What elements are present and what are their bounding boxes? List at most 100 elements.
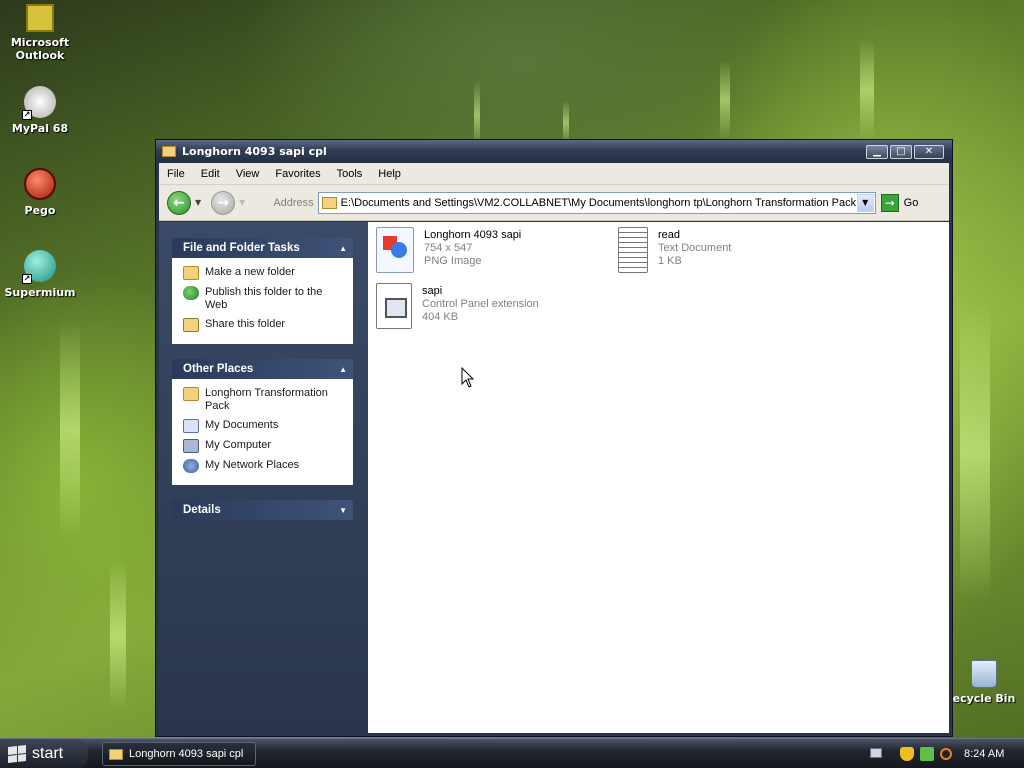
close-button[interactable]: ✕ <box>914 144 944 159</box>
place-label: My Computer <box>205 439 272 451</box>
supermium-icon: ↗ <box>22 250 56 284</box>
task-share-folder[interactable]: Share this folder <box>183 318 343 332</box>
address-path[interactable]: E:\Documents and Settings\VM2.COLLABNET\… <box>341 197 857 209</box>
task-pane: File and Folder Tasks ▲ Make a new folde… <box>159 222 368 733</box>
menu-bar: File Edit View Favorites Tools Help <box>159 163 949 185</box>
desktop-icon-label: Pego <box>24 204 56 217</box>
file-item-png[interactable]: Longhorn 4093 sapi 754 x 547 PNG Image <box>376 227 521 273</box>
shortcut-arrow-icon: ↗ <box>22 274 32 284</box>
network-places-icon <box>183 459 199 473</box>
file-item-sapi[interactable]: sapi Control Panel extension 404 KB <box>376 283 539 329</box>
desktop-icon-supermium[interactable]: ↗ Supermium <box>0 250 80 299</box>
taskbar-window-label: Longhorn 4093 sapi cpl <box>129 748 244 760</box>
mouse-cursor-icon <box>461 367 475 388</box>
place-my-documents[interactable]: My Documents <box>183 419 343 433</box>
menu-edit[interactable]: Edit <box>201 168 220 180</box>
place-my-network-places[interactable]: My Network Places <box>183 459 343 473</box>
start-label: start <box>32 745 64 762</box>
details-header[interactable]: Details ▼ <box>172 500 353 520</box>
file-item-read[interactable]: read Text Document 1 KB <box>614 227 731 273</box>
address-dropdown-button[interactable]: ▼ <box>856 193 874 212</box>
collapse-icon[interactable]: ▲ <box>339 244 347 253</box>
minimize-button[interactable]: ▁ <box>866 144 888 159</box>
go-arrow-icon: → <box>880 193 899 212</box>
file-folder-tasks-header[interactable]: File and Folder Tasks ▲ <box>172 238 353 258</box>
share-folder-icon <box>183 318 199 332</box>
desktop-icon-outlook[interactable]: Microsoft Outlook <box>0 4 80 62</box>
pego-icon <box>24 168 56 200</box>
forward-button[interactable]: → <box>211 190 236 215</box>
menu-help[interactable]: Help <box>378 168 401 180</box>
clock[interactable]: 8:24 AM <box>964 748 1004 760</box>
my-documents-icon <box>183 419 199 433</box>
windows-logo-icon <box>8 745 26 763</box>
desktop-icon-label: MyPal 68 <box>11 122 69 135</box>
file-type: Control Panel extension <box>422 298 539 310</box>
panel-title: Other Places <box>183 363 254 375</box>
png-image-icon <box>376 227 414 273</box>
start-button[interactable]: start <box>0 739 88 768</box>
expand-icon[interactable]: ▼ <box>339 506 347 515</box>
place-longhorn-transformation-pack[interactable]: Longhorn Transformation Pack <box>183 387 343 413</box>
file-size: 1 KB <box>658 255 682 267</box>
details-panel: Details ▼ <box>172 500 353 520</box>
menu-favorites[interactable]: Favorites <box>275 168 320 180</box>
desktop-icon-recycle-bin[interactable]: ecycle Bin <box>944 660 1024 705</box>
desktop-icon-label: Supermium <box>4 286 76 299</box>
control-panel-extension-icon <box>376 283 412 329</box>
go-button[interactable]: → Go <box>880 193 918 212</box>
task-label: Publish this folder to the Web <box>205 286 323 311</box>
search-icon[interactable] <box>940 748 952 760</box>
other-places-panel: Other Places ▲ Longhorn Transformation P… <box>172 359 353 485</box>
forward-dropdown-icon[interactable]: ▼ <box>239 198 245 207</box>
folder-icon <box>162 146 176 157</box>
shortcut-arrow-icon: ↗ <box>22 110 32 120</box>
task-label: Make a new folder <box>205 266 295 278</box>
menu-tools[interactable]: Tools <box>337 168 363 180</box>
address-bar[interactable]: E:\Documents and Settings\VM2.COLLABNET\… <box>317 191 876 214</box>
desktop-icon-mypal[interactable]: ↗ MyPal 68 <box>0 86 80 135</box>
text-document-icon <box>618 227 648 273</box>
file-type: Text Document <box>658 242 732 254</box>
network-icon[interactable] <box>920 747 934 761</box>
file-type: PNG Image <box>424 255 482 267</box>
keyboard-icon[interactable] <box>870 748 882 758</box>
file-dimensions: 754 x 547 <box>424 242 473 254</box>
task-label: Share this folder <box>205 318 286 330</box>
publish-web-icon <box>183 286 199 300</box>
maximize-button[interactable]: □ <box>890 144 912 159</box>
place-label: Longhorn Transformation Pack <box>205 387 328 412</box>
file-size: 404 KB <box>422 311 459 323</box>
security-shield-icon[interactable] <box>900 747 914 761</box>
file-list: Longhorn 4093 sapi 754 x 547 PNG Image r… <box>368 222 949 733</box>
back-dropdown-icon[interactable]: ▼ <box>195 198 201 207</box>
folder-icon <box>183 387 199 401</box>
new-folder-icon <box>183 266 199 280</box>
system-tray: 8:24 AM <box>892 739 1024 768</box>
recycle-bin-icon <box>971 660 997 688</box>
panel-title: File and Folder Tasks <box>183 242 300 254</box>
menu-file[interactable]: File <box>167 168 185 180</box>
menu-view[interactable]: View <box>236 168 260 180</box>
my-computer-icon <box>183 439 199 453</box>
desktop-icon-label: Microsoft Outlook <box>10 36 70 62</box>
place-label: My Documents <box>205 419 279 431</box>
task-make-new-folder[interactable]: Make a new folder <box>183 266 343 280</box>
desktop-icon-label: ecycle Bin <box>952 692 1016 705</box>
task-publish-to-web[interactable]: Publish this folder to the Web <box>183 286 343 312</box>
desktop-icon-pego[interactable]: Pego <box>0 168 80 217</box>
place-my-computer[interactable]: My Computer <box>183 439 343 453</box>
file-name: Longhorn 4093 sapi <box>424 229 522 241</box>
toolbar: ← ▼ → ▼ Address E:\Documents and Setting… <box>159 185 949 221</box>
collapse-icon[interactable]: ▲ <box>339 365 347 374</box>
file-folder-tasks-panel: File and Folder Tasks ▲ Make a new folde… <box>172 238 353 344</box>
taskbar-window-button[interactable]: Longhorn 4093 sapi cpl <box>102 742 256 766</box>
outlook-icon <box>26 4 54 32</box>
file-name: sapi <box>422 285 443 297</box>
folder-icon <box>109 748 123 760</box>
title-bar[interactable]: Longhorn 4093 sapi cpl ▁ □ ✕ <box>156 140 952 163</box>
back-button[interactable]: ← <box>167 190 191 215</box>
folder-icon <box>321 196 337 209</box>
other-places-header[interactable]: Other Places ▲ <box>172 359 353 379</box>
panel-title: Details <box>183 504 221 516</box>
